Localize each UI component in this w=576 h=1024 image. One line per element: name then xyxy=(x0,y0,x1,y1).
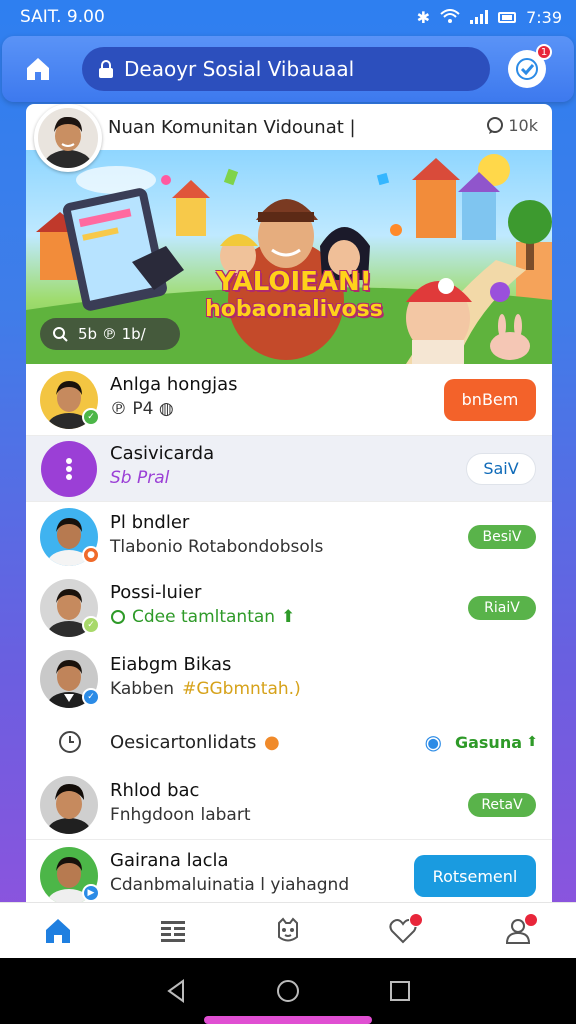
member-sub-extra: labart xyxy=(200,805,251,825)
home-button[interactable] xyxy=(14,45,62,93)
nav-profile[interactable] xyxy=(488,907,548,955)
emoji-icon: ◉ xyxy=(424,730,442,754)
verified-badge-icon: ✓ xyxy=(82,688,100,706)
list-item[interactable]: ● Pl bndler Tlabonio Rotabondobsols Besi… xyxy=(26,502,552,572)
banner-search-pill[interactable]: 5b ℗ 1b/ xyxy=(40,318,180,350)
verified-badge-icon: ✓ xyxy=(82,408,100,426)
more-vertical-icon xyxy=(66,457,72,480)
nav-likes[interactable] xyxy=(373,907,433,955)
nav-feed[interactable] xyxy=(143,907,203,955)
status-bar: SAIT. 9.00 ✱ 7:39 xyxy=(0,0,576,34)
up-arrow-icon: ⬆ xyxy=(526,734,538,750)
more-options-avatar[interactable] xyxy=(41,440,97,497)
list-item[interactable]: Casivicarda Sb Pral SaiV xyxy=(26,436,552,502)
status-time: 7:39 xyxy=(526,7,562,27)
info-right-text[interactable]: Gasuna xyxy=(455,733,522,752)
nav-home[interactable] xyxy=(28,907,88,955)
likes-badge xyxy=(409,912,424,927)
member-name: Pl bndler xyxy=(110,512,190,533)
search-text: Deaoyr Sosial Vibauaal xyxy=(124,57,355,81)
battery-icon xyxy=(498,11,517,23)
member-list: ✓ Anlga hongjas ℗ P4 ◍ bnBem Casivicarda… xyxy=(26,364,552,904)
notification-badge: 1 xyxy=(536,44,552,60)
status-dot-icon: ● xyxy=(82,546,100,564)
profile-badge xyxy=(524,912,539,927)
chat-bubble-icon xyxy=(487,116,504,134)
list-item[interactable]: ✓ Anlga hongjas ℗ P4 ◍ bnBem xyxy=(26,364,552,436)
member-sub: Cdanbmaluinatia l yiahagnd xyxy=(110,875,350,895)
bottom-navigation xyxy=(0,902,576,958)
member-name: Eiabgm Bikas xyxy=(110,654,232,675)
member-name: Casivicarda xyxy=(110,443,215,464)
row-action-button[interactable]: RetaV xyxy=(468,792,536,817)
home-indicator[interactable] xyxy=(204,1016,372,1024)
member-count: 10k xyxy=(486,116,538,135)
member-name: Anlga hongjas xyxy=(110,374,238,395)
circle-outline-icon xyxy=(111,610,125,624)
list-item[interactable]: ▶ Gairana lacla Cdanbmaluinatia l yiahag… xyxy=(26,840,552,904)
recents-icon[interactable] xyxy=(389,980,411,1002)
info-row[interactable]: Oesicartonlidats ● ◉ Gasuna ⬆ xyxy=(26,714,552,770)
member-sub: Sb Pral xyxy=(110,468,170,488)
system-navigation xyxy=(0,958,576,1024)
banner-headline-line1: YALOIEAN! xyxy=(216,267,372,297)
info-text: Oesicartonlidats xyxy=(110,731,257,753)
back-icon[interactable] xyxy=(165,979,187,1003)
home-circle-icon[interactable] xyxy=(276,979,300,1003)
list-item[interactable]: Rhlod bac Fnhgdoon labart RetaV xyxy=(26,770,552,840)
member-sub: Fnhgdoon xyxy=(110,805,195,825)
up-arrow-icon: ⬆ xyxy=(281,607,296,627)
member-count-value: 10k xyxy=(508,116,538,135)
list-icon xyxy=(160,920,185,942)
banner-pill-text: 5b ℗ 1b/ xyxy=(78,325,146,343)
row-action-button[interactable]: RiaiV xyxy=(468,596,536,620)
status-icons: ✱ 7:39 xyxy=(417,8,562,27)
member-sub: Kabben xyxy=(110,679,175,699)
member-name: Rhlod bac xyxy=(110,780,200,801)
clock-icon xyxy=(59,731,81,753)
app-header: Deaoyr Sosial Vibauaal 1 xyxy=(2,36,574,102)
check-shield-icon xyxy=(516,58,538,80)
member-name: Gairana lacla xyxy=(110,850,229,871)
home-icon xyxy=(27,58,49,80)
community-avatar[interactable] xyxy=(34,104,102,172)
home-icon xyxy=(45,918,70,943)
member-name: Possi-luier xyxy=(110,582,202,603)
row-action-button[interactable]: BesiV xyxy=(468,525,536,549)
verified-notifications-button[interactable]: 1 xyxy=(508,44,552,88)
banner-headline-line2: hobaonalivoss xyxy=(205,297,383,322)
lock-icon xyxy=(99,60,113,78)
banner-headline: YALOIEAN! hobaonalivoss xyxy=(194,268,394,324)
member-sub: ℗ P4 ◍ xyxy=(110,399,174,419)
status-left-text: SAIT. 9.00 xyxy=(20,7,105,27)
member-sub: Cdee tamltantan xyxy=(132,607,276,627)
list-item[interactable]: ✓ Eiabgm Bikas Kabben #GGbmntah.) xyxy=(26,644,552,714)
avatar[interactable] xyxy=(40,775,98,834)
search-bar[interactable]: Deaoyr Sosial Vibauaal xyxy=(82,47,490,91)
row-action-button[interactable]: SaiV xyxy=(466,452,536,485)
member-sub: Tlabonio Rotabondobsols xyxy=(110,537,324,557)
bluetooth-icon: ✱ xyxy=(416,7,431,27)
community-banner[interactable]: YALOIEAN! hobaonalivoss 5b ℗ 1b/ xyxy=(26,150,552,364)
list-item[interactable]: ✓ Possi-luier Cdee tamltantan ⬆ RiaiV xyxy=(26,572,552,644)
online-badge-icon: ✓ xyxy=(82,616,100,634)
community-card: Nuan Komunitan Vidounat | 10k YALOIEAN! … xyxy=(26,104,552,904)
signal-icon xyxy=(470,10,489,24)
row-action-button[interactable]: Rotsemenl xyxy=(414,855,536,897)
row-action-button[interactable]: bnBem xyxy=(444,378,536,421)
mascot-face-icon xyxy=(277,916,298,941)
wifi-icon xyxy=(440,8,460,27)
nav-groups[interactable] xyxy=(258,907,318,955)
card-header: Nuan Komunitan Vidounat | 10k xyxy=(26,104,552,172)
search-icon xyxy=(53,327,68,342)
member-sub-tag: #GGbmntah.) xyxy=(182,679,301,699)
pin-icon: ● xyxy=(264,731,280,753)
play-badge-icon: ▶ xyxy=(82,884,100,902)
community-title: Nuan Komunitan Vidounat | xyxy=(108,116,356,138)
